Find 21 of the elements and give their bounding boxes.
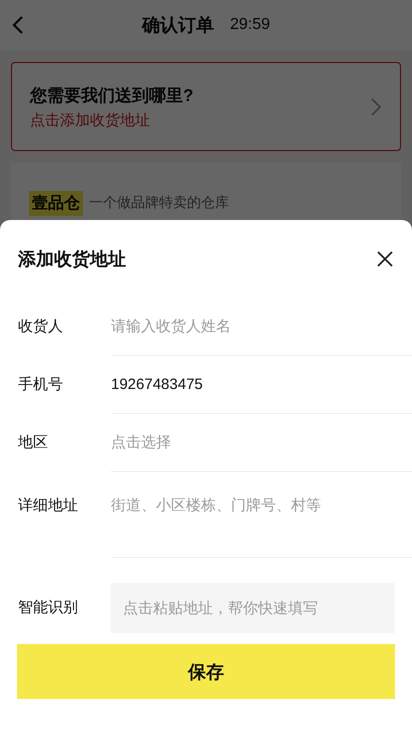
input-field[interactable]: 请输入收货人姓名 [111,298,412,356]
paste-address-field[interactable]: 点击粘贴地址，帮你快速填写 [111,583,395,633]
field-label: 手机号 [17,375,64,395]
save-button[interactable]: 保存 [17,644,395,699]
field-label: 详细地址 [17,496,79,516]
input-field[interactable]: 19267483475 [111,356,412,414]
sheet-title: 添加收货地址 [18,248,126,271]
address-card[interactable]: 您需要我们送到哪里? 点击添加收货地址 [11,62,401,151]
back-icon[interactable] [10,15,26,35]
close-icon[interactable] [376,250,394,268]
address-prompt: 您需要我们送到哪里? [30,84,194,106]
chevron-right-icon [370,96,382,116]
shop-slogan: 一个做品牌特卖的仓库 [89,194,229,212]
field-label: 智能识别 [17,598,79,618]
address-textarea[interactable]: 街道、小区楼栋、门牌号、村等 [111,472,412,558]
shop-logo: 壹品仓 [29,190,83,216]
region-picker[interactable]: 点击选择 [111,414,412,472]
countdown-timer: 29:59 [230,16,270,34]
field-label: 地区 [17,433,49,453]
page-title: 确认订单 [142,14,214,37]
field-label: 收货人 [17,317,64,337]
